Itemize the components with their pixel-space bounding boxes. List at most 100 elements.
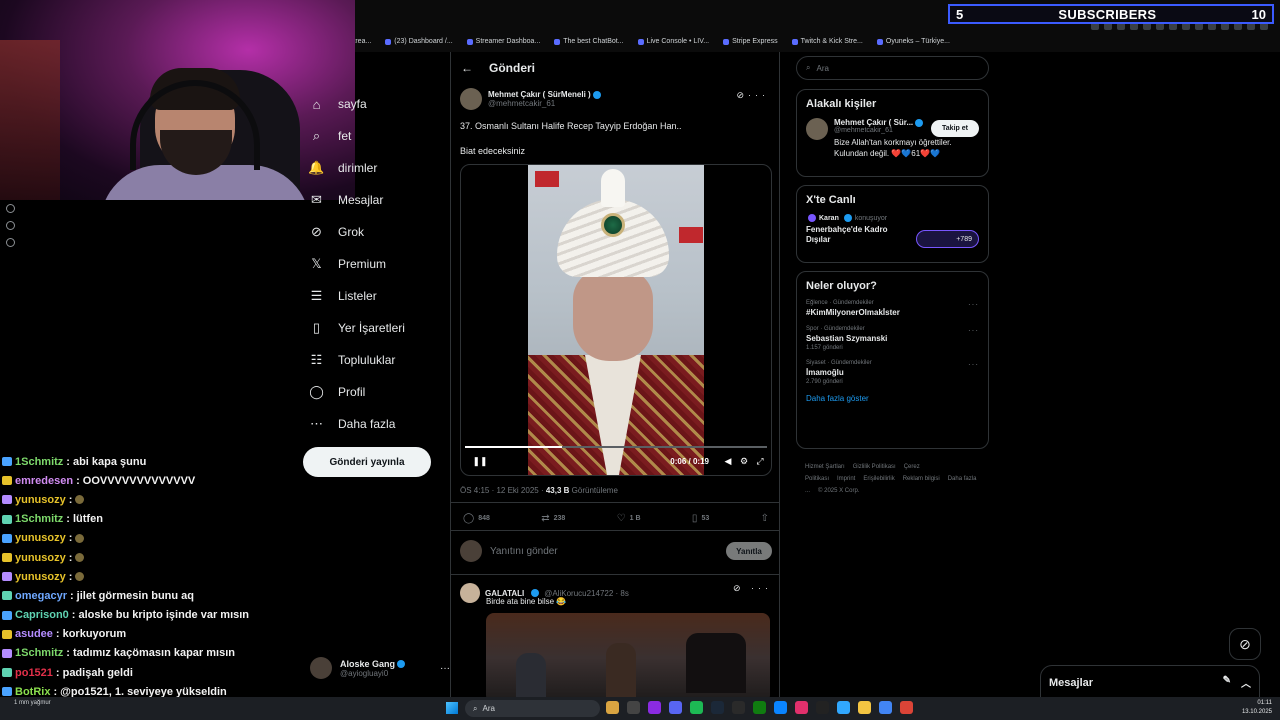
volume-icon[interactable]: ◀ <box>723 456 733 466</box>
reply-button[interactable]: Yanıtla <box>726 542 772 560</box>
app-icon[interactable] <box>606 701 619 714</box>
chevron-up-icon[interactable]: ︿ <box>1241 675 1251 690</box>
fullscreen-icon[interactable]: ⤢ <box>755 456 765 466</box>
like-action[interactable]: ♡ 1 B <box>617 513 641 524</box>
nav-item-explore[interactable]: ⌕ fet <box>305 120 445 152</box>
chat-username[interactable]: yunusozy <box>15 494 66 506</box>
chat-username[interactable]: 1Schmitz <box>15 456 63 468</box>
clock-icon[interactable] <box>6 204 15 213</box>
footer-link[interactable]: Imprint <box>837 476 855 482</box>
more-icon[interactable]: ··· <box>968 360 979 369</box>
trend-item[interactable]: Eğlence · Gündemdekiler #KimMilyonerOlmak… <box>806 300 979 317</box>
footer-link[interactable]: Reklam bilgisi <box>903 476 940 482</box>
app-icon[interactable] <box>732 701 745 714</box>
more-icon[interactable]: ··· <box>968 326 979 335</box>
related-person[interactable]: Mehmet Çakır ( Sür... @mehmetcakir_61 Bi… <box>797 118 988 159</box>
reply-input[interactable]: Yanıtını gönder <box>490 546 558 557</box>
reply-video-thumbnail[interactable] <box>486 613 770 703</box>
nav-item-home[interactable]: ⌂ sayfa <box>305 88 445 120</box>
live-topic[interactable]: Fenerbahçe'de Kadro Dışılar <box>806 225 901 245</box>
system-tray[interactable]: 01:11 13.10.2025 <box>1242 699 1272 717</box>
settings-icon[interactable] <box>6 238 15 247</box>
bookmark-action[interactable]: ▯ 53 <box>692 513 709 524</box>
more-icon[interactable]: ··· <box>440 663 450 674</box>
chat-username[interactable]: yunusozy <box>15 552 66 564</box>
nav-item-x-logo[interactable]: 𝕏 Premium <box>305 248 445 280</box>
taskbar-search[interactable]: ⌕ Ara <box>465 700 600 717</box>
chat-username[interactable]: yunusozy <box>15 532 66 544</box>
photoshop-icon[interactable] <box>837 701 850 714</box>
chat-username[interactable]: po1521 <box>15 667 53 679</box>
more-icon[interactable]: ··· <box>968 300 979 309</box>
avatar[interactable] <box>460 88 482 110</box>
chat-username[interactable]: 1Schmitz <box>15 513 63 525</box>
nav-item-profile[interactable]: ◯ Profil <box>305 376 445 408</box>
chrome-icon[interactable] <box>900 701 913 714</box>
chat-username[interactable]: Caprison0 <box>15 609 69 621</box>
live-listeners-pill[interactable]: +789 <box>916 230 979 248</box>
footer-link[interactable]: © 2025 X Corp. <box>818 488 859 494</box>
folder-icon[interactable] <box>858 701 871 714</box>
account-switcher[interactable]: Aloske Gang @ayiogluayi0 ··· <box>310 657 450 679</box>
settings-icon[interactable]: ⚙ <box>739 456 749 466</box>
bookmark-item[interactable]: Twitch & Kick Stre... <box>791 38 863 45</box>
bookmark-item[interactable]: Stripe Express <box>723 38 778 45</box>
discord-icon[interactable] <box>669 701 682 714</box>
reply-action[interactable]: ◯ 848 <box>463 513 490 524</box>
footer-link[interactable]: Gizlilik Politikası <box>853 464 896 470</box>
post-button[interactable]: Gönderi yayınla <box>303 447 431 477</box>
chat-username[interactable]: asudee <box>15 628 53 640</box>
bookmark-item[interactable]: Streamer Dashboa... <box>466 38 540 45</box>
app-icon[interactable] <box>627 701 640 714</box>
nav-item-list[interactable]: ☰ Listeler <box>305 280 445 312</box>
footer-link[interactable]: Hizmet Şartları <box>805 464 845 470</box>
chat-username[interactable]: omegacyr <box>15 590 67 602</box>
footer-link[interactable]: Erişilebilirlik <box>863 476 894 482</box>
bookmark-item[interactable]: Oyuneks – Türkiye... <box>876 38 950 45</box>
nav-item-mail[interactable]: ✉ Mesajlar <box>305 184 445 216</box>
more-icon[interactable]: ··· <box>748 90 769 100</box>
messages-drawer[interactable]: Mesajlar ✎ ︿ <box>1040 665 1260 700</box>
chat-icon[interactable] <box>6 221 15 230</box>
app-icon[interactable] <box>879 701 892 714</box>
spotify-icon[interactable] <box>690 701 703 714</box>
chat-username[interactable]: emredesen <box>15 475 73 487</box>
more-icon[interactable]: ⊘ ··· <box>733 583 772 594</box>
share-action[interactable]: ⇧ <box>761 513 769 524</box>
avatar[interactable] <box>806 118 828 140</box>
post-author[interactable]: Mehmet Çakır ( SürMeneli ) @mehmetcakir_… <box>460 88 601 110</box>
chat-username[interactable]: 1Schmitz <box>15 647 63 659</box>
nav-item-bookmark[interactable]: ▯ Yer İşaretleri <box>305 312 445 344</box>
bookmark-item[interactable]: The best ChatBot... <box>554 38 624 45</box>
bookmark-item[interactable]: (23) Dashboard /... <box>385 38 453 45</box>
xbox-icon[interactable] <box>753 701 766 714</box>
app-icon[interactable] <box>648 701 661 714</box>
bookmark-item[interactable]: Live Console • LIV... <box>637 38 709 45</box>
follow-button[interactable]: Takip et <box>931 120 979 137</box>
back-arrow-icon[interactable]: ← <box>461 61 473 75</box>
nav-item-more[interactable]: ⋯ Daha fazla <box>305 408 445 440</box>
video-progress-bar[interactable] <box>465 446 767 448</box>
compose-icon[interactable]: ✎ <box>1223 675 1231 690</box>
nav-item-communities[interactable]: ☷ Topluluklar <box>305 344 445 376</box>
live-host[interactable]: Karan konuşuyor <box>806 214 979 222</box>
trend-item[interactable]: Spor · Gündemdekiler Sebastian Szymanski 1… <box>806 326 979 351</box>
trend-item[interactable]: Siyaset · Gündemdekiler İmamoğlu 2.790 gön… <box>806 360 979 385</box>
app-icon[interactable] <box>816 701 829 714</box>
steam-icon[interactable] <box>711 701 724 714</box>
nav-item-grok[interactable]: ⊘ Grok <box>305 216 445 248</box>
instagram-icon[interactable] <box>795 701 808 714</box>
pause-icon[interactable]: ❚❚ <box>472 456 487 466</box>
reply-post[interactable]: GALATALI @AliKorucu214722 · 8s ⊘ ··· Bir… <box>460 583 772 703</box>
grok-float-button[interactable]: ⊘ <box>1229 628 1261 660</box>
video-player[interactable]: ❚❚ 0:06 / 0:19 ◀ ⚙ ⤢ <box>460 164 772 476</box>
weather-widget[interactable]: 1 mm yağmur <box>14 700 51 706</box>
search-input[interactable]: ⌕ Ara <box>796 56 989 80</box>
windows-start-icon[interactable] <box>446 702 458 714</box>
chat-username[interactable]: yunusozy <box>15 571 66 583</box>
nav-item-bell[interactable]: 🔔 dirimler <box>305 152 445 184</box>
app-icon[interactable] <box>774 701 787 714</box>
show-more-link[interactable]: Daha fazla göster <box>806 394 979 403</box>
avatar[interactable] <box>460 583 480 603</box>
grok-icon[interactable]: ⊘ <box>736 90 748 100</box>
